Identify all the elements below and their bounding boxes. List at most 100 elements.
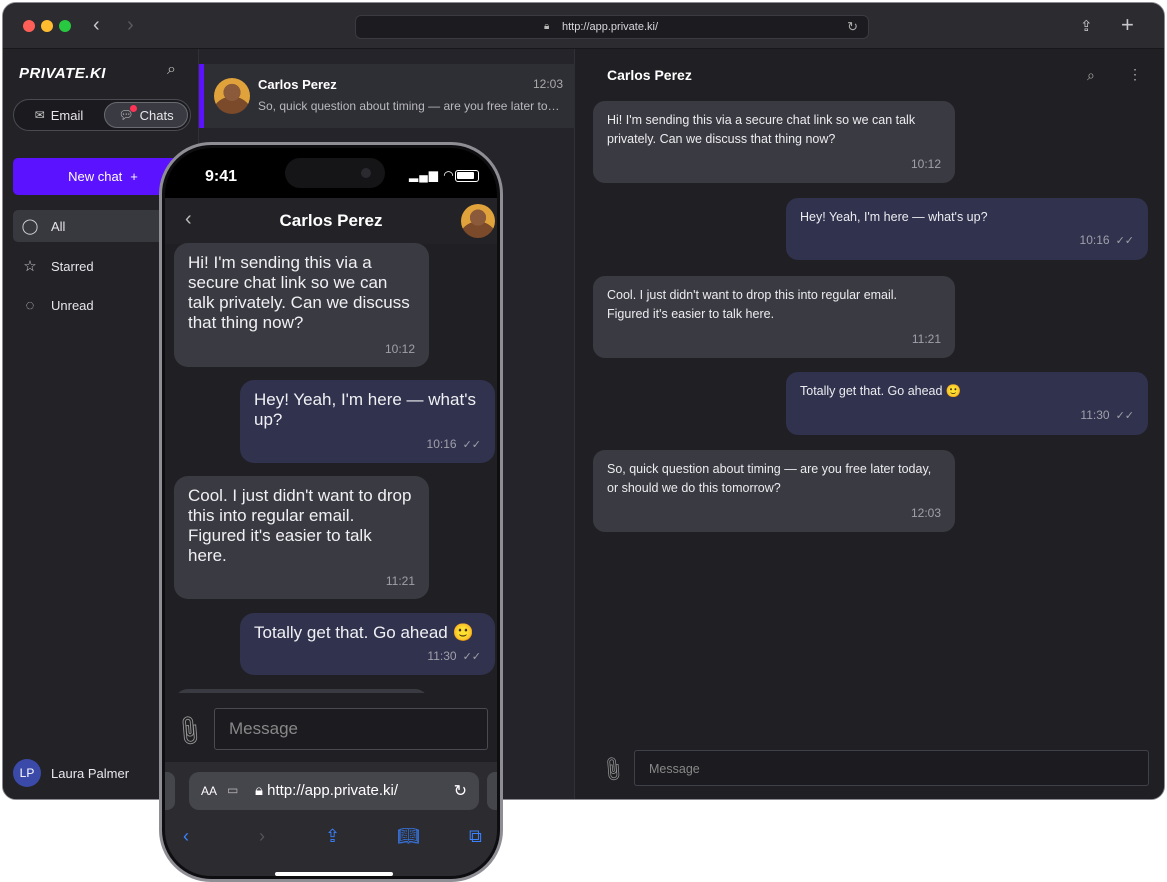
message-time: 10:16 <box>426 437 457 451</box>
message-meta: 11:30 ✓✓ <box>427 646 481 667</box>
reload-icon[interactable]: ↻ <box>847 19 858 35</box>
new-tab-icon[interactable]: + <box>1121 12 1134 38</box>
star-icon: ☆ <box>23 258 37 275</box>
message-meta: 10:16 ✓✓ <box>1080 231 1134 251</box>
message-text: Totally get that. Go ahead 🙂 <box>800 384 962 398</box>
paperclip-icon[interactable]: 📎︎ <box>597 754 628 785</box>
email-tab-label: Email <box>50 107 84 123</box>
phone-url: http://app.private.ki/ <box>267 782 399 799</box>
zoom-window-button[interactable] <box>59 20 71 32</box>
message-time: 11:21 <box>911 332 941 346</box>
chats-tab[interactable]: 💬︎ Chats <box>104 102 188 128</box>
conversation-title: Carlos Perez <box>607 67 692 83</box>
avatar: LP <box>13 759 41 787</box>
message-text: So, quick question about timing — are yo… <box>607 462 932 495</box>
chat-list-item[interactable]: Carlos Perez 12:03 So, quick question ab… <box>199 64 575 128</box>
double-check-icon: ✓✓ <box>1115 235 1134 247</box>
envelope-icon: ✉ <box>34 108 45 122</box>
phone-screen: 9:41 ▂▄▆ ◠ ‹ Carlos Perez Hi! I'm sendin… <box>165 148 497 876</box>
contact-avatar[interactable] <box>461 204 495 238</box>
double-check-icon: ✓✓ <box>462 439 481 451</box>
message-text: Hi! I'm sending this via a secure chat l… <box>607 113 916 146</box>
share-icon[interactable]: ⇪ <box>325 826 340 847</box>
browser-titlebar: ‹ › 🔒︎ http://app.private.ki/ ↻ ⇪ + <box>3 3 1164 49</box>
forward-arrow-icon[interactable]: › <box>127 14 134 37</box>
phone-url-text: 🔒︎ http://app.private.ki/ <box>255 782 399 799</box>
camera-icon <box>361 168 371 178</box>
phone-chat-header: ‹ Carlos Perez <box>165 198 497 244</box>
last-message-preview: So, quick question about timing — are yo… <box>258 99 566 113</box>
message-bubble-incoming: Cool. I just didn't want to drop this in… <box>174 476 429 599</box>
share-icon[interactable]: ⇪ <box>1080 17 1093 35</box>
phone-address-bar[interactable]: AA ▭ 🔒︎ http://app.private.ki/ ↻ <box>189 772 479 810</box>
message-meta: 10:16 ✓✓ <box>427 434 481 455</box>
dynamic-island <box>285 158 385 188</box>
contact-name: Carlos Perez <box>258 77 337 92</box>
double-check-icon: ✓✓ <box>1115 410 1134 422</box>
mode-toggle: ✉ Email 💬︎ Chats <box>13 99 191 131</box>
prev-tab-edge[interactable] <box>165 772 175 810</box>
phone-clock: 9:41 <box>205 168 238 185</box>
address-bar[interactable]: 🔒︎ http://app.private.ki/ ↻ <box>355 15 869 39</box>
message-input[interactable]: Message <box>634 750 1149 786</box>
message-text: Hey! Yeah, I'm here — what's up? <box>800 210 988 224</box>
unread-dot <box>129 105 137 112</box>
next-tab-edge[interactable] <box>487 772 497 810</box>
message-bubble-incoming: Hi! I'm sending this via a secure chat l… <box>593 101 955 183</box>
phone-chat-title: Carlos Perez <box>279 211 383 230</box>
message-bubble-outgoing: Hey! Yeah, I'm here — what's up? 10:16 ✓✓ <box>240 380 495 463</box>
address-url: http://app.private.ki/ <box>562 21 658 33</box>
extension-icon[interactable]: ▭ <box>227 783 238 797</box>
message-text: Hey! Yeah, I'm here — what's up? <box>254 390 476 429</box>
text-size-button[interactable]: AA <box>201 784 217 798</box>
message-bubble-outgoing: Totally get that. Go ahead 🙂 11:30 ✓✓ <box>786 372 1148 435</box>
bookmarks-icon[interactable]: 📖︎ <box>397 826 420 847</box>
plus-icon: + <box>130 169 138 184</box>
chat-bubble-icon: ◯ <box>21 218 39 235</box>
new-chat-label: New chat <box>68 169 123 184</box>
phone-frame: 9:41 ▂▄▆ ◠ ‹ Carlos Perez Hi! I'm sendin… <box>159 142 503 882</box>
message-time: 10:12 <box>910 157 941 171</box>
message-time: 10:16 <box>1079 233 1110 247</box>
message-text: Cool. I just didn't want to drop this in… <box>607 288 898 321</box>
conversation-pane: Carlos Perez ⌕ ⋮ Hi! I'm sending this vi… <box>575 49 1164 799</box>
message-bubble-incoming: So, quick question about timing — are yo… <box>593 450 955 532</box>
message-bubble-outgoing: Hey! Yeah, I'm here — what's up? 10:16 ✓✓ <box>786 198 1148 260</box>
message-bubble-incoming: Cool. I just didn't want to drop this in… <box>593 276 955 358</box>
phone-status-bar: 9:41 ▂▄▆ ◠ <box>165 148 497 198</box>
contact-avatar <box>214 78 250 114</box>
message-time: 11:21 <box>385 574 415 588</box>
signal-wifi-icon: ▂▄▆ ◠ <box>409 168 455 182</box>
message-text: Hi! I'm sending this via a secure chat l… <box>188 253 410 332</box>
forward-chevron-icon[interactable]: › <box>259 826 265 847</box>
message-text: Cool. I just didn't want to drop this in… <box>188 486 412 565</box>
sidebar-item-label: All <box>51 218 66 234</box>
chats-tab-label: Chats <box>139 107 174 123</box>
search-icon[interactable]: ⌕ <box>1087 67 1095 84</box>
email-tab[interactable]: ✉ Email <box>18 102 100 128</box>
message-time: 12:03 <box>910 506 941 520</box>
back-arrow-icon[interactable]: ‹ <box>93 14 100 37</box>
last-message-time: 12:03 <box>532 77 563 91</box>
safari-toolbar: AA ▭ 🔒︎ http://app.private.ki/ ↻ ‹ › ⇪ 📖… <box>165 762 497 876</box>
home-indicator <box>275 872 393 876</box>
reload-icon[interactable]: ↻ <box>454 781 467 801</box>
back-chevron-icon[interactable]: ‹ <box>183 826 189 847</box>
message-meta: 11:30 ✓✓ <box>1080 406 1134 426</box>
message-time: 11:30 <box>427 649 457 663</box>
message-text: Totally get that. Go ahead 🙂 <box>254 623 474 642</box>
minimize-window-button[interactable] <box>41 20 53 32</box>
close-window-button[interactable] <box>23 20 35 32</box>
message-time: 10:12 <box>384 342 415 356</box>
more-options-icon[interactable]: ⋮ <box>1128 66 1142 83</box>
lock-icon: 🔒︎ <box>544 21 550 32</box>
chat-bubbles-icon: 💬︎ <box>118 105 137 122</box>
double-check-icon: ✓✓ <box>462 651 481 663</box>
user-name: Laura Palmer <box>51 765 130 781</box>
unread-bubble-icon: ◌ <box>25 296 35 314</box>
current-user[interactable]: LP Laura Palmer <box>13 759 129 787</box>
search-icon[interactable]: ⌕ <box>167 61 176 79</box>
app-logo: PRIVATE.KI <box>19 65 106 82</box>
message-input[interactable]: Message <box>214 708 488 750</box>
tabs-icon[interactable]: ⧉ <box>469 826 482 847</box>
